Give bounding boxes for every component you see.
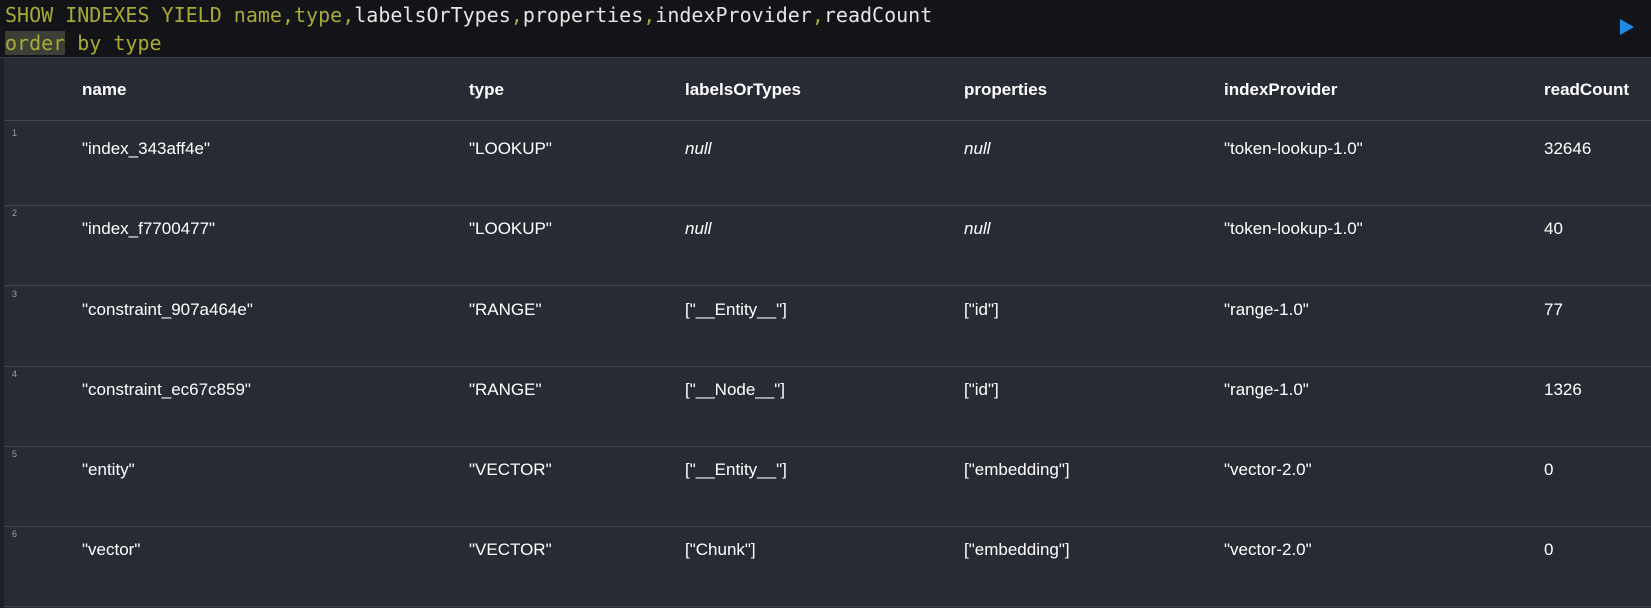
cell-type: "VECTOR" xyxy=(469,460,552,479)
cell-properties: ["id"] xyxy=(964,300,999,319)
cell-labels-or-types: ["__Node__"] xyxy=(685,380,785,399)
column-header-read-count[interactable]: readCount xyxy=(1544,58,1629,121)
query-fields: name,type,labelsOrTypes,properties,index… xyxy=(234,3,932,27)
column-header-labels-or-types[interactable]: labelsOrTypes xyxy=(685,58,801,121)
query-field: type xyxy=(294,3,343,27)
cell-properties: ["embedding"] xyxy=(964,460,1070,479)
cell-type: "VECTOR" xyxy=(469,540,552,559)
cell-name: "entity" xyxy=(82,460,135,479)
cell-read-count: 1326 xyxy=(1544,380,1582,399)
column-header-properties[interactable]: properties xyxy=(964,58,1047,121)
table-row[interactable]: 3 "constraint_907a464e" "RANGE" ["__Entity_… xyxy=(4,282,1651,367)
cell-index-provider: "range-1.0" xyxy=(1224,300,1309,319)
table-row[interactable]: 2 "index_f7700477" "LOOKUP" null null "token-… xyxy=(4,201,1651,286)
query-order-keyword: order xyxy=(5,31,66,55)
cell-properties: null xyxy=(964,219,991,238)
cell-properties: ["id"] xyxy=(964,380,999,399)
cell-type: "LOOKUP" xyxy=(469,219,552,238)
cell-type: "RANGE" xyxy=(469,380,542,399)
query-comma: , xyxy=(342,3,355,27)
cell-index-provider: "token-lookup-1.0" xyxy=(1224,139,1363,158)
table-row[interactable]: 1 "index_343aff4e" "LOOKUP" null null "token-… xyxy=(4,121,1651,206)
query-field: properties xyxy=(522,3,644,27)
cell-name: "constraint_907a464e" xyxy=(82,300,253,319)
cell-labels-or-types: ["__Entity__"] xyxy=(685,300,787,319)
table-row[interactable]: 4 "constraint_ec67c859" "RANGE" ["__Node__"… xyxy=(4,362,1651,447)
query-line-1[interactable]: SHOW INDEXES YIELD name,type,labelsOrTyp… xyxy=(5,1,932,29)
query-order-field: type xyxy=(113,31,162,55)
cell-type: "RANGE" xyxy=(469,300,542,319)
table-header: name type labelsOrTypes properties index… xyxy=(4,58,1651,121)
cell-labels-or-types: null xyxy=(685,219,712,238)
cell-read-count: 32646 xyxy=(1544,139,1592,158)
row-number: 5 xyxy=(12,449,18,459)
row-number: 2 xyxy=(12,208,18,218)
row-number: 3 xyxy=(12,289,18,299)
results-table: name type labelsOrTypes properties index… xyxy=(0,58,1651,608)
cell-read-count: 77 xyxy=(1544,300,1563,319)
cell-read-count: 40 xyxy=(1544,219,1563,238)
cell-read-count: 0 xyxy=(1544,540,1554,559)
cell-labels-or-types: null xyxy=(685,139,712,158)
row-number: 1 xyxy=(12,128,18,138)
cell-index-provider: "vector-2.0" xyxy=(1224,540,1312,559)
query-field: indexProvider xyxy=(655,3,812,27)
query-editor[interactable]: SHOW INDEXES YIELD name,type,labelsOrTyp… xyxy=(0,0,1651,58)
row-number: 6 xyxy=(12,529,18,539)
cell-properties: null xyxy=(964,139,991,158)
cell-type: "LOOKUP" xyxy=(469,139,552,158)
query-line-2[interactable]: order by type xyxy=(5,29,162,57)
row-number: 4 xyxy=(12,369,18,379)
cell-labels-or-types: ["Chunk"] xyxy=(685,540,756,559)
cell-index-provider: "token-lookup-1.0" xyxy=(1224,219,1363,238)
cell-read-count: 0 xyxy=(1544,460,1554,479)
query-field: readCount xyxy=(823,3,933,27)
table-row[interactable]: 5 "entity" "VECTOR" ["__Entity__"] ["embeddi… xyxy=(4,442,1651,527)
query-comma: , xyxy=(281,3,295,27)
cell-name: "constraint_ec67c859" xyxy=(82,380,251,399)
query-keyword: SHOW INDEXES YIELD xyxy=(5,3,222,27)
cell-index-provider: "vector-2.0" xyxy=(1224,460,1312,479)
column-header-name[interactable]: name xyxy=(82,58,126,121)
query-comma: , xyxy=(811,3,824,27)
query-by-keyword: by xyxy=(65,31,114,55)
cell-index-provider: "range-1.0" xyxy=(1224,380,1309,399)
cell-name: "vector" xyxy=(82,540,141,559)
query-field: name xyxy=(233,3,282,27)
play-icon[interactable] xyxy=(1615,16,1637,38)
column-header-index-provider[interactable]: indexProvider xyxy=(1224,58,1337,121)
cell-properties: ["embedding"] xyxy=(964,540,1070,559)
query-comma: , xyxy=(643,3,656,27)
table-row[interactable]: 6 "vector" "VECTOR" ["Chunk"] ["embedding"] "… xyxy=(4,522,1651,607)
cell-labels-or-types: ["__Entity__"] xyxy=(685,460,787,479)
column-header-type[interactable]: type xyxy=(469,58,504,121)
cell-name: "index_343aff4e" xyxy=(82,139,211,158)
query-comma: , xyxy=(510,3,523,27)
cell-name: "index_f7700477" xyxy=(82,219,216,238)
query-field: labelsOrTypes xyxy=(354,3,511,27)
